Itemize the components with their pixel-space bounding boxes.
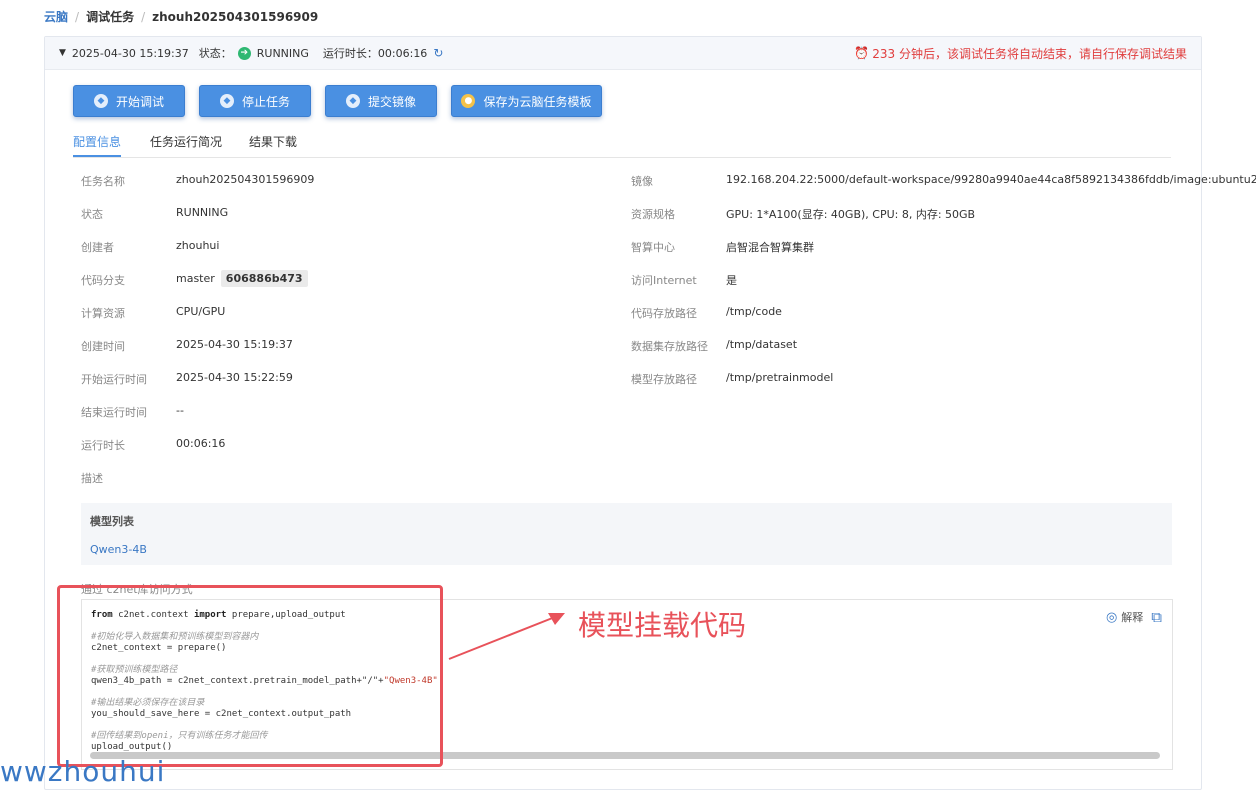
model-link[interactable]: Qwen3-4B <box>90 543 147 556</box>
field-label: 智算中心 <box>631 241 675 254</box>
arrow-icon <box>448 613 565 660</box>
model-list: 模型列表 Qwen3-4B <box>81 503 1172 565</box>
field-label: 资源规格 <box>631 208 675 221</box>
field-value: 00:06:16 <box>176 437 226 450</box>
field-value: 启智混合智算集群 <box>726 241 814 254</box>
field-label: 模型存放路径 <box>631 373 697 386</box>
status-label: 状态： <box>198 47 232 60</box>
running-icon: ➔ <box>237 46 251 60</box>
explain-icon: ◎ <box>1105 609 1118 625</box>
tab-run-summary[interactable]: 任务运行简况 <box>150 133 222 155</box>
breadcrumb: 云脑 / 调试任务 / zhouh202504301596909 <box>44 8 318 25</box>
breadcrumb-separator: / <box>141 9 146 24</box>
field-value: master 606886b473 <box>176 270 308 287</box>
explain-button[interactable]: ◎ 解释 <box>1106 609 1143 625</box>
annotation-label: 模型挂载代码 <box>578 609 747 642</box>
field-value: zhouhui <box>176 239 220 252</box>
status-value: RUNNING <box>256 46 309 60</box>
save-template-label: 保存为云脑任务模板 <box>483 94 592 109</box>
runtime-label: 运行时长： <box>322 47 378 60</box>
stop-task-label: 停止任务 <box>241 94 290 109</box>
field-label: 状态 <box>81 208 103 221</box>
status-bar: ▼ 2025-04-30 15:19:37 状态： ➔ RUNNING 运行时长… <box>45 37 1201 70</box>
field-label: 镜像 <box>631 175 653 188</box>
field-label: 运行时长 <box>81 439 125 452</box>
alarm-icon: ⏰ <box>854 46 870 60</box>
field-label: 访问Internet <box>631 274 697 287</box>
field-value: GPU: 1*A100(显存: 40GB), CPU: 8, 内存: 50GB <box>726 208 976 221</box>
commit-hash-badge[interactable]: 606886b473 <box>220 270 308 287</box>
field-value: 是 <box>726 274 737 287</box>
breadcrumb-root[interactable]: 云脑 <box>44 8 68 25</box>
chevron-down-icon[interactable]: ▼ <box>59 48 66 58</box>
code-actions: ◎ 解释 ⧉ <box>1106 608 1162 626</box>
field-label: 计算资源 <box>81 307 125 320</box>
breadcrumb-section[interactable]: 调试任务 <box>86 8 134 25</box>
field-label: 描述 <box>81 472 103 485</box>
start-debug-label: 开始调试 <box>115 94 164 109</box>
field-value: /tmp/code <box>726 305 782 318</box>
tab-bar: 配置信息 任务运行简况 结果下载 <box>73 131 1171 158</box>
status-date: 2025-04-30 15:19:37 <box>71 46 189 60</box>
field-value: RUNNING <box>176 206 229 219</box>
field-label: 数据集存放路径 <box>631 340 708 353</box>
field-value: /tmp/dataset <box>726 338 798 351</box>
field-label: 代码存放路径 <box>631 307 697 320</box>
tab-result-download[interactable]: 结果下载 <box>249 133 297 155</box>
field-label: 开始运行时间 <box>81 373 147 386</box>
save-template-button[interactable]: ● 保存为云脑任务模板 <box>451 85 602 117</box>
stop-task-button[interactable]: ◆ 停止任务 <box>199 85 311 117</box>
submit-image-label: 提交镜像 <box>367 94 416 109</box>
start-debug-button[interactable]: ◆ 开始调试 <box>73 85 185 117</box>
field-value: -- <box>176 404 184 417</box>
field-label: 任务名称 <box>81 175 125 188</box>
explain-label: 解释 <box>1121 611 1144 624</box>
field-value: /tmp/pretrainmodel <box>726 371 834 384</box>
highlight-box <box>57 585 443 767</box>
bell-icon: ● <box>461 94 476 108</box>
watermark: wwzhouhui <box>0 755 166 788</box>
field-value: CPU/GPU <box>176 305 226 318</box>
field-value: 2025-04-30 15:19:37 <box>176 338 293 351</box>
cube-icon: ◆ <box>93 94 108 108</box>
field-label: 创建者 <box>81 241 114 254</box>
cube-icon: ◆ <box>345 94 360 108</box>
branch-name: master <box>176 272 215 285</box>
breadcrumb-separator: / <box>75 9 80 24</box>
field-value: zhouh202504301596909 <box>176 173 315 186</box>
auto-stop-warning: 233 分钟后，该调试任务将自动结束，请自行保存调试结果 <box>872 46 1187 61</box>
action-buttons: ◆ 开始调试 ◆ 停止任务 ◆ 提交镜像 ● 保存为云脑任务模板 <box>73 85 602 117</box>
model-list-title: 模型列表 <box>90 515 134 528</box>
tab-config[interactable]: 配置信息 <box>73 133 122 157</box>
field-value: 192.168.204.22:5000/default-workspace/99… <box>726 173 1256 186</box>
field-value: 2025-04-30 15:22:59 <box>176 371 293 384</box>
runtime-value: 00:06:16 <box>377 46 428 60</box>
refresh-icon[interactable]: ↻ <box>433 46 443 60</box>
copy-icon[interactable]: ⧉ <box>1151 608 1162 626</box>
field-label: 创建时间 <box>81 340 125 353</box>
cube-icon: ◆ <box>219 94 234 108</box>
submit-image-button[interactable]: ◆ 提交镜像 <box>325 85 437 117</box>
field-label: 代码分支 <box>81 274 125 287</box>
breadcrumb-current: zhouh202504301596909 <box>152 9 319 24</box>
field-label: 结束运行时间 <box>81 406 147 419</box>
